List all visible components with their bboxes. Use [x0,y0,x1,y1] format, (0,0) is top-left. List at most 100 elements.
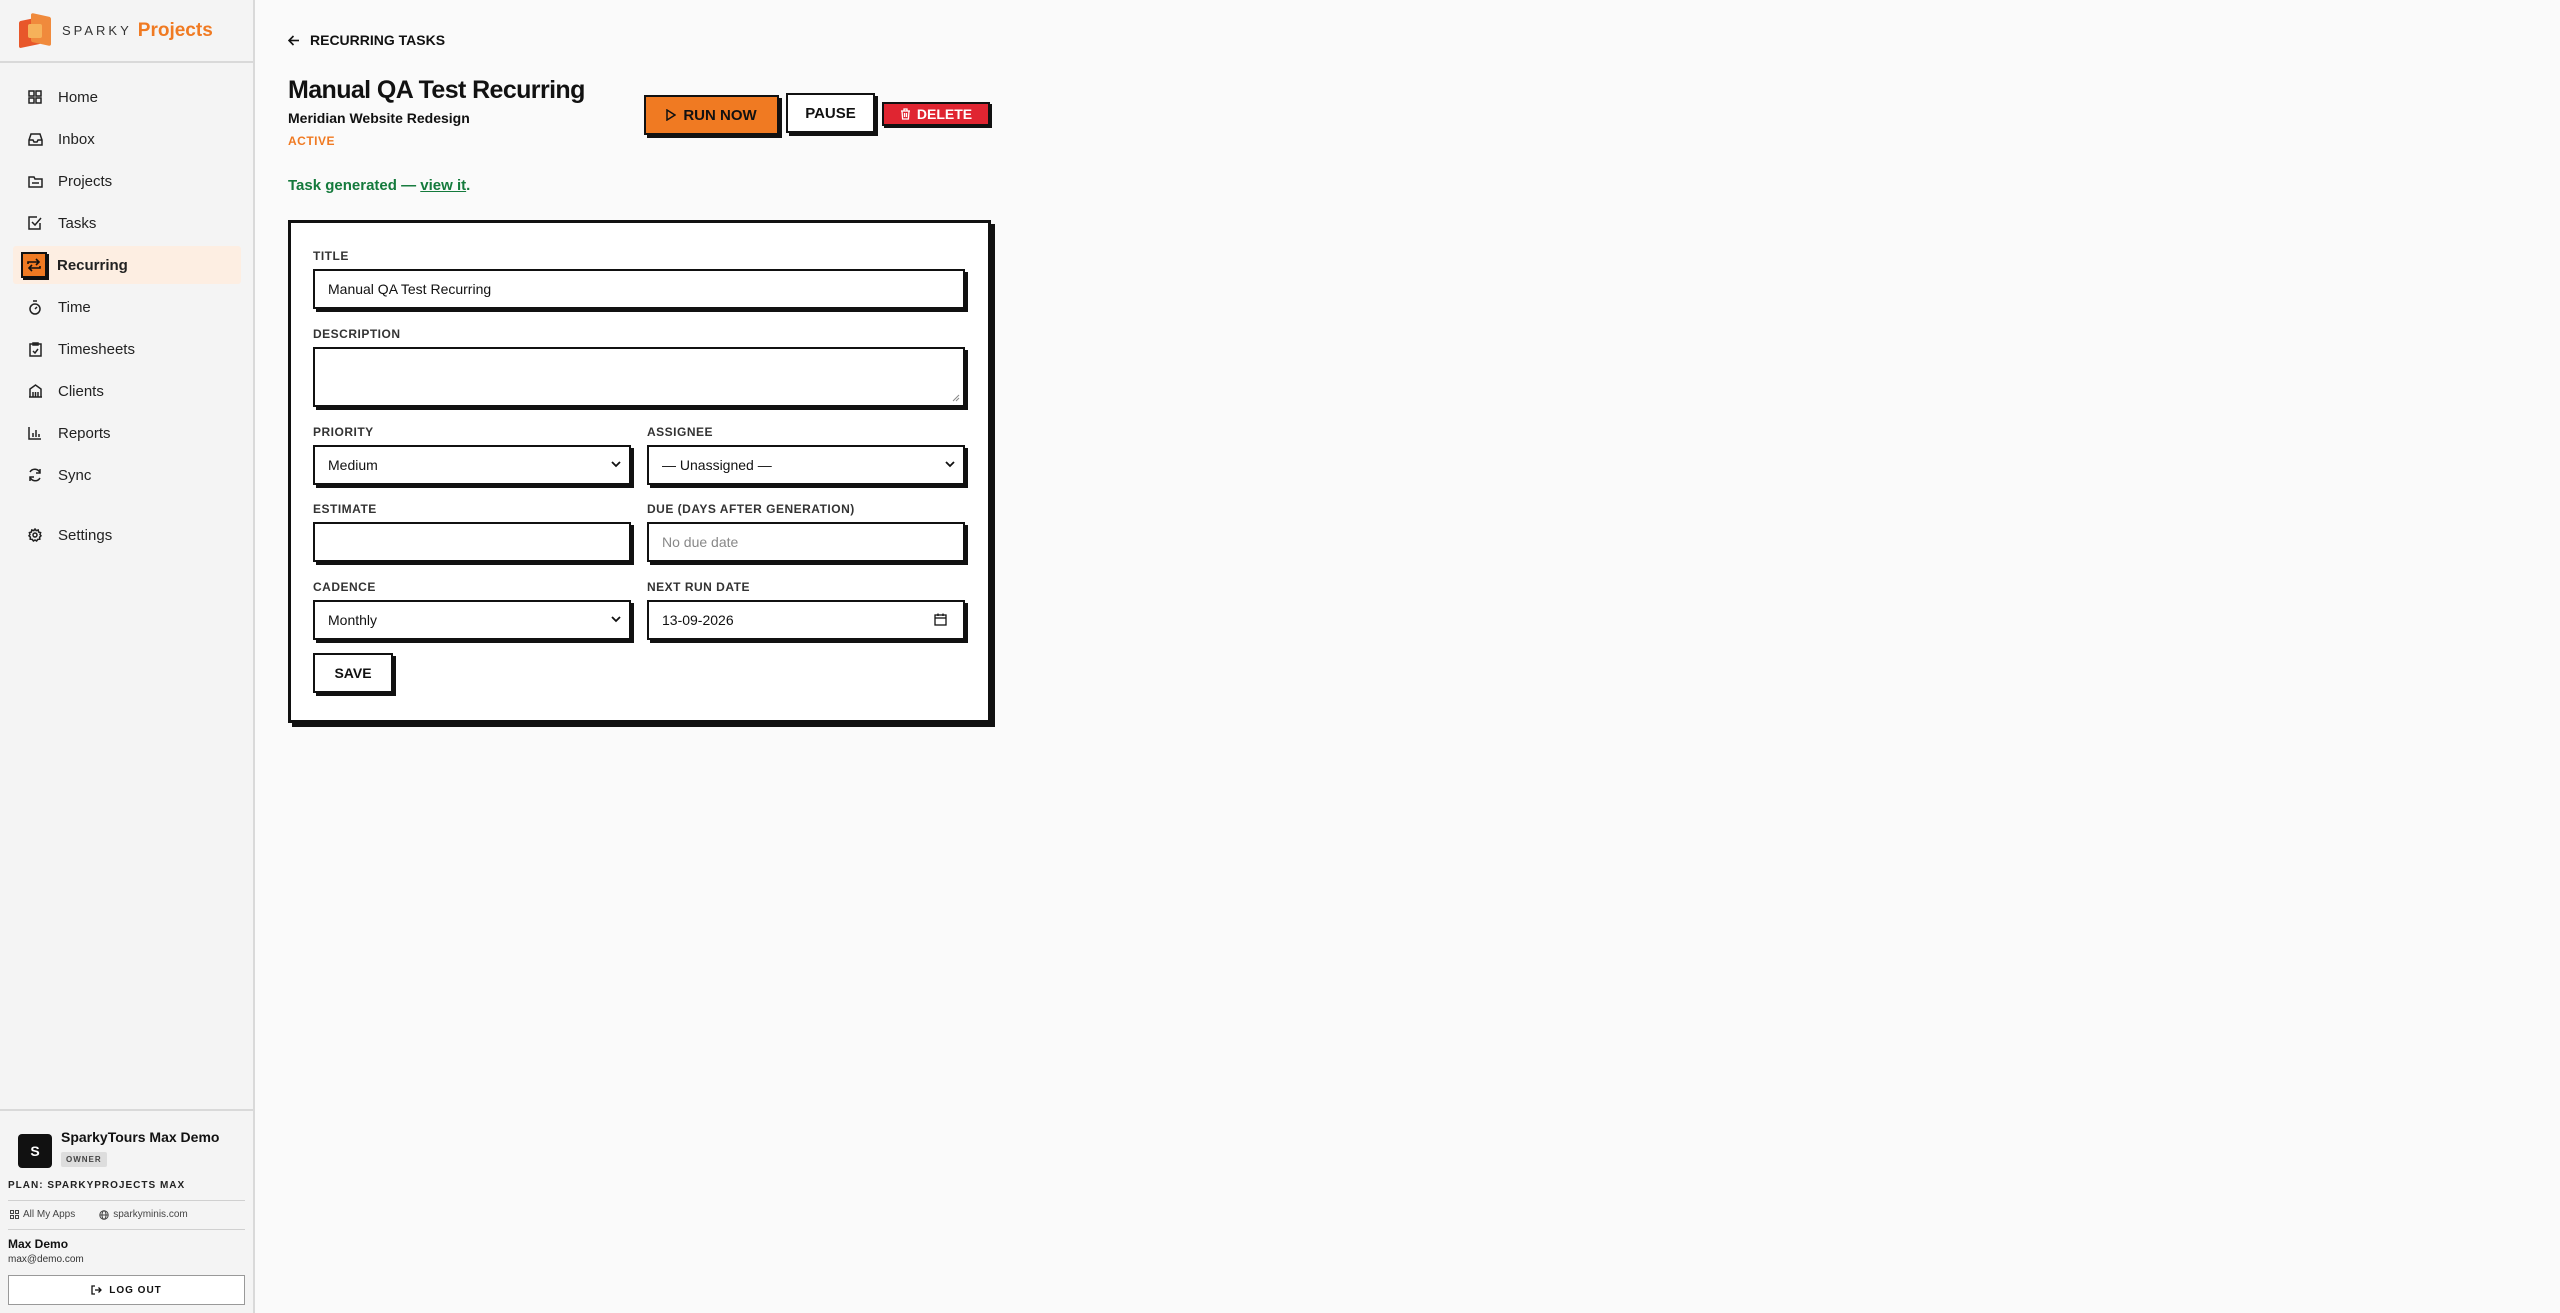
assignee-value: — Unassigned — [662,457,772,473]
estimate-label: ESTIMATE [313,502,377,516]
due-placeholder: No due date [662,534,739,550]
back-link-label: RECURRING TASKS [310,32,446,48]
sidebar-item-label: Home [58,88,99,106]
globe-icon [99,1209,109,1220]
title-value: Manual QA Test Recurring [328,281,492,297]
calendar-icon[interactable] [934,613,947,626]
title-input[interactable]: Manual QA Test Recurring [313,269,965,309]
chevron-down-icon [611,616,621,623]
resize-handle-icon[interactable] [952,394,960,402]
role-badge: OWNER [61,1152,107,1167]
org-switcher[interactable]: S SparkyTours Max Demo OWNER [8,1129,245,1168]
refresh-icon [27,467,43,483]
due-label: DUE (DAYS AFTER GENERATION) [647,502,855,516]
priority-value: Medium [328,457,378,473]
delete-button[interactable]: DELETE [882,102,990,126]
all-apps-link[interactable]: All My Apps [10,1209,87,1220]
sidebar-item-projects[interactable]: Projects [13,162,241,200]
site-link[interactable]: sparkyminis.com [99,1209,199,1220]
notice-suffix: . [466,177,471,194]
folder-icon [27,173,43,189]
delete-label: DELETE [916,106,973,122]
sidebar-item-label: Projects [58,172,113,190]
sidebar-item-reports[interactable]: Reports [13,414,241,452]
bar-chart-icon [27,425,43,441]
pause-label: PAUSE [805,104,856,122]
chevron-down-icon [945,461,955,468]
assignee-select[interactable]: — Unassigned — [647,445,965,485]
title-label: TITLE [313,249,349,263]
priority-select[interactable]: Medium [313,445,631,485]
checkbox-icon [27,215,43,231]
sidebar-item-time[interactable]: Time [13,288,241,326]
sidebar-item-label: Reports [58,424,111,442]
sidebar-nav: Home Inbox Projects Tasks Recurring Time… [0,63,253,554]
org-name: SparkyTours Max Demo [61,1129,220,1145]
save-label: SAVE [334,665,372,681]
sparky-logo-icon [19,12,52,49]
brand-sparky: SPARKY [62,23,132,38]
cadence-value: Monthly [328,612,378,628]
sidebar-item-label: Time [58,298,91,316]
pause-button[interactable]: PAUSE [786,93,875,133]
user-name: Max Demo [8,1237,69,1251]
view-task-link[interactable]: view it [420,177,466,194]
status-badge: ACTIVE [288,134,336,148]
home-icon [27,89,43,105]
sidebar-item-settings[interactable]: Settings [13,516,241,554]
description-textarea[interactable] [313,347,965,407]
sidebar-item-label: Recurring [57,256,128,274]
estimate-input[interactable] [313,522,631,562]
building-icon [27,383,43,399]
recurring-task-form: TITLE Manual QA Test Recurring DESCRIPTI… [288,220,991,723]
sidebar-item-timesheets[interactable]: Timesheets [13,330,241,368]
logout-icon [91,1285,103,1295]
repeat-icon [21,252,47,278]
app-links: All My Apps sparkyminis.com [8,1201,245,1230]
inbox-icon [27,131,43,147]
sidebar-item-label: Timesheets [58,340,135,358]
sidebar-item-tasks[interactable]: Tasks [13,204,241,242]
sidebar-item-sync[interactable]: Sync [13,456,241,494]
save-button[interactable]: SAVE [313,653,393,693]
clipboard-check-icon [27,341,43,357]
brand-projects: Projects [137,19,213,41]
user-email: max@demo.com [8,1254,84,1265]
task-generated-notice: Task generated — view it. [288,177,470,194]
arrow-left-icon [288,34,299,46]
play-icon [666,109,677,121]
description-label: DESCRIPTION [313,327,401,341]
brand[interactable]: SPARKY Projects [0,0,253,63]
sidebar-item-label: Tasks [58,214,97,232]
priority-label: PRIORITY [313,425,374,439]
run-now-button[interactable]: RUN NOW [644,95,779,135]
avatar: S [18,1134,52,1168]
sidebar-item-label: Sync [58,466,92,484]
assignee-label: ASSIGNEE [647,425,714,439]
notice-prefix: Task generated — [288,177,421,194]
cadence-select[interactable]: Monthly [313,600,631,640]
plan-label: PLAN: SPARKYPROJECTS MAX [8,1180,245,1201]
run-now-label: RUN NOW [683,106,757,124]
back-link[interactable]: RECURRING TASKS [288,32,445,48]
all-apps-label: All My Apps [23,1209,76,1220]
next-run-date-input[interactable]: 13-09-2026 [647,600,965,640]
sidebar: SPARKY Projects Home Inbox Projects Task… [0,0,255,1313]
sidebar-item-inbox[interactable]: Inbox [13,120,241,158]
gear-icon [27,527,43,543]
chevron-down-icon [611,461,621,468]
sidebar-item-home[interactable]: Home [13,78,241,116]
trash-icon [900,108,910,120]
site-label: sparkyminis.com [113,1209,188,1220]
logout-button[interactable]: LOG OUT [8,1275,245,1305]
page-title: Manual QA Test Recurring [288,76,585,104]
sidebar-item-clients[interactable]: Clients [13,372,241,410]
grid-icon [10,1210,19,1219]
stopwatch-icon [27,299,43,315]
sidebar-item-recurring[interactable]: Recurring [13,246,241,284]
due-days-input[interactable]: No due date [647,522,965,562]
logout-label: LOG OUT [109,1284,162,1296]
next-run-label: NEXT RUN DATE [647,580,750,594]
account-panel: S SparkyTours Max Demo OWNER PLAN: SPARK… [0,1109,253,1313]
project-name: Meridian Website Redesign [288,110,470,126]
